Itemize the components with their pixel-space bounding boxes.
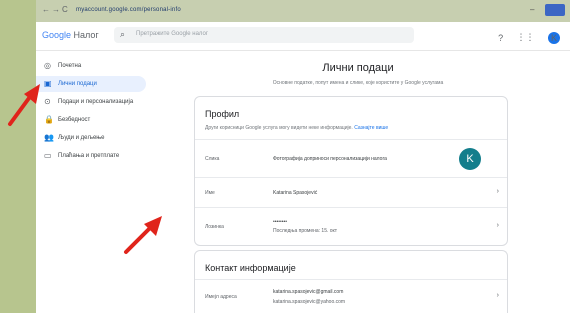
- contact-row-email[interactable]: Имејл адреса katarina.spasojevic@gmail.c…: [195, 279, 507, 313]
- row-label: Слика: [205, 156, 220, 162]
- reload-icon[interactable]: C: [62, 5, 68, 14]
- google-account-logo[interactable]: Google Налог: [42, 30, 99, 40]
- row-label: Лозинка: [205, 224, 224, 230]
- header-actions: ? ⋮⋮ K: [489, 29, 560, 47]
- chevron-right-icon: ›: [496, 292, 499, 299]
- red-arrow-icon: [124, 216, 162, 254]
- row-secondary-value: katarina.spasojevic@yahoo.com: [273, 299, 346, 305]
- search-placeholder: Претражите Google налог: [136, 31, 209, 37]
- row-label: Имејл адреса: [205, 294, 237, 300]
- browser-toolbar: ← → C myaccount.google.com/personal-info…: [36, 0, 570, 22]
- close-window-button[interactable]: [545, 4, 565, 16]
- chevron-right-icon: ›: [496, 188, 499, 195]
- people-icon: 👥: [44, 133, 54, 142]
- profile-avatar[interactable]: K: [459, 148, 481, 170]
- row-value: Katarina Spasojević: [273, 190, 318, 196]
- page-subtitle: Основне податке, попут имена и слике, ко…: [272, 80, 444, 86]
- browser-window: ← → C myaccount.google.com/personal-info…: [36, 0, 570, 313]
- address-bar[interactable]: myaccount.google.com/personal-info: [76, 7, 181, 13]
- back-icon[interactable]: ←: [42, 5, 50, 14]
- row-label: Име: [205, 190, 215, 196]
- sidebar-item-people-sharing[interactable]: 👥 Људи и дељење: [36, 130, 146, 146]
- profile-card-description: Други корисници Google услуга могу видет…: [205, 125, 389, 131]
- profile-row-name[interactable]: Име Katarina Spasojević ›: [195, 177, 507, 208]
- red-arrow-icon: [8, 84, 40, 126]
- account-avatar[interactable]: K: [548, 31, 560, 44]
- sidebar-item-payments[interactable]: ▭ Плаћања и претплате: [36, 148, 146, 164]
- chevron-right-icon: ›: [496, 222, 499, 229]
- apps-grid-icon[interactable]: ⋮⋮: [517, 32, 535, 43]
- main-content: Лични подаци Основне податке, попут имен…: [146, 50, 570, 313]
- help-icon[interactable]: ?: [498, 33, 503, 43]
- toggle-icon: ⊙: [44, 97, 51, 106]
- sidebar-item-security[interactable]: 🔒 Безбедност: [36, 112, 146, 128]
- search-input[interactable]: ⌕ Претражите Google налог: [114, 27, 414, 43]
- minimize-button[interactable]: –: [530, 5, 538, 15]
- sidebar-item-data-privacy[interactable]: ⊙ Подаци и персонализација: [36, 94, 146, 110]
- page-title: Лични подаци: [322, 62, 394, 74]
- row-value: Фотографија доприноси персонализацији на…: [273, 156, 387, 162]
- sidebar-item-personal-info[interactable]: ▣ Лични подаци: [36, 76, 146, 92]
- search-icon: ⌕: [120, 29, 126, 39]
- contact-card-title: Контакт информације: [205, 263, 296, 273]
- sidebar-nav: ◎ Почетна ▣ Лични подаци ⊙ Подаци и перс…: [36, 56, 146, 166]
- forward-icon[interactable]: →: [52, 5, 60, 14]
- lock-icon: 🔒: [44, 115, 54, 124]
- id-card-icon: ▣: [44, 79, 52, 88]
- profile-row-password[interactable]: Лозинка •••••••• Последња промена: 15. о…: [195, 207, 507, 246]
- home-icon: ◎: [44, 61, 51, 70]
- row-value: katarina.spasojevic@gmail.com: [273, 289, 344, 295]
- profile-row-photo[interactable]: Слика Фотографија доприноси персонализац…: [195, 139, 507, 178]
- card-icon: ▭: [44, 151, 52, 160]
- profile-card: Профил Други корисници Google услуга мог…: [194, 96, 508, 246]
- row-value: ••••••••: [273, 219, 288, 225]
- profile-card-title: Профил: [205, 109, 240, 119]
- learn-more-link[interactable]: Сазнајте више: [354, 125, 388, 131]
- row-secondary-value: Последња промена: 15. окт: [273, 228, 338, 234]
- contact-card: Контакт информације Имејл адреса katarin…: [194, 250, 508, 313]
- google-account-header: Google Налог ⌕ Претражите Google налог ?…: [36, 22, 570, 51]
- sidebar-item-home[interactable]: ◎ Почетна: [36, 58, 146, 74]
